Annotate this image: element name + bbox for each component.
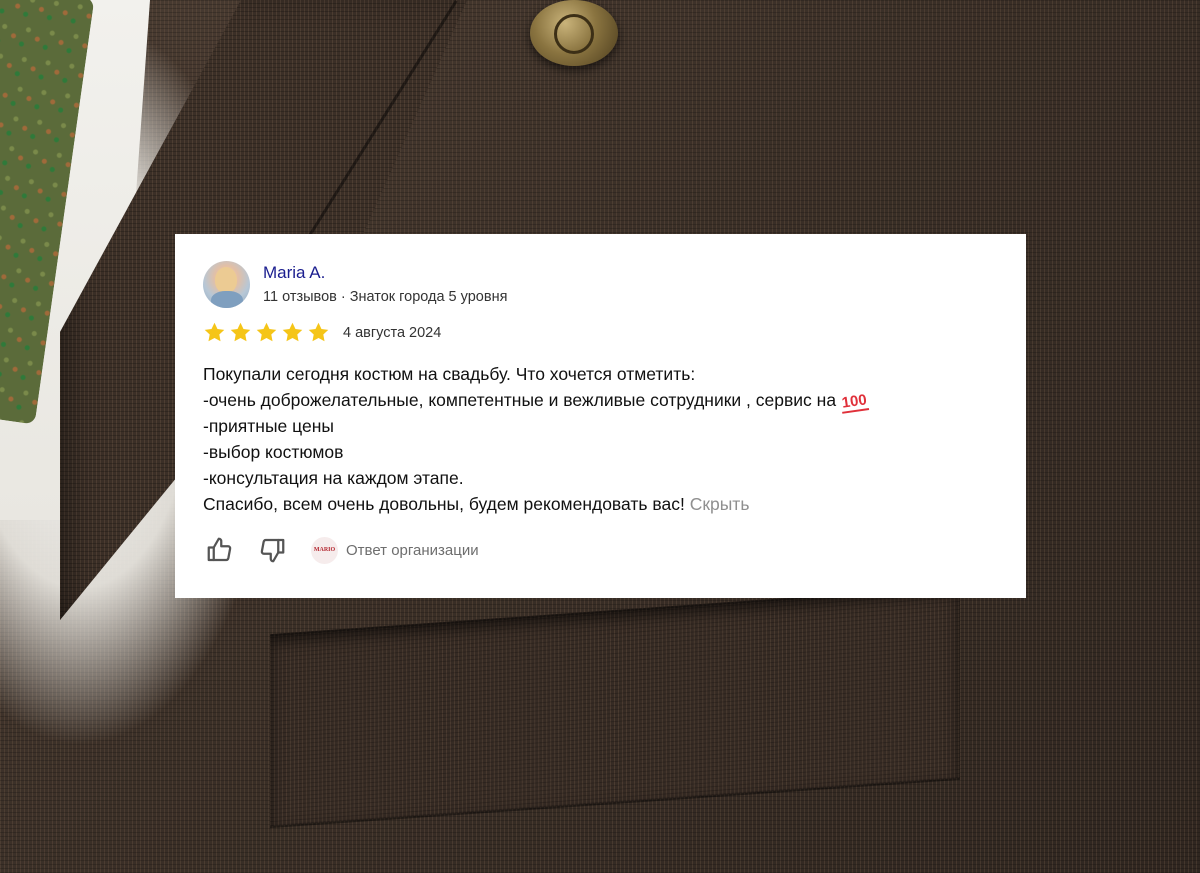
star-icon [307,321,330,344]
actions-row: MARIO Ответ организации [203,533,1026,567]
like-button[interactable] [203,533,237,567]
review-card: Maria A. 11 отзывов · Знаток города 5 ур… [175,234,1026,598]
author-meta: 11 отзывов · Знаток города 5 уровня [263,289,508,305]
avatar[interactable] [203,261,250,308]
jacket-pocket [270,585,960,827]
review-line: Спасибо, всем очень довольны, будем реко… [203,494,750,514]
lapel-pin [530,0,618,66]
review-date: 4 августа 2024 [343,324,442,341]
review-line: -консультация на каждом этапе. [203,468,464,488]
review-text: Покупали сегодня костюм на свадьбу. Что … [203,361,1003,517]
author-row: Maria A. 11 отзывов · Знаток города 5 ур… [203,261,1026,308]
review-line: -выбор костюмов [203,442,344,462]
star-icon [229,321,252,344]
star-icon [255,321,278,344]
thumbs-up-icon [207,537,232,562]
star-icon [203,321,226,344]
author-info: Maria A. 11 отзывов · Знаток города 5 ур… [263,263,507,306]
thumbs-down-icon [260,538,285,563]
review-line: -приятные цены [203,416,334,436]
hundred-points-emoji-icon: 100 [839,391,870,414]
rating-row: 4 августа 2024 [203,321,1026,344]
dislike-button[interactable] [255,533,289,567]
star-rating [203,321,333,344]
organization-reply-link[interactable]: Ответ организации [346,542,479,559]
organization-logo: MARIO [311,536,338,564]
author-name[interactable]: Maria A. [263,263,507,283]
review-line: -очень доброжелательные, компетентные и … [203,387,1003,414]
review-line: Покупали сегодня костюм на свадьбу. Что … [203,364,696,384]
hide-link[interactable]: Скрыть [690,494,750,514]
star-icon [281,321,304,344]
